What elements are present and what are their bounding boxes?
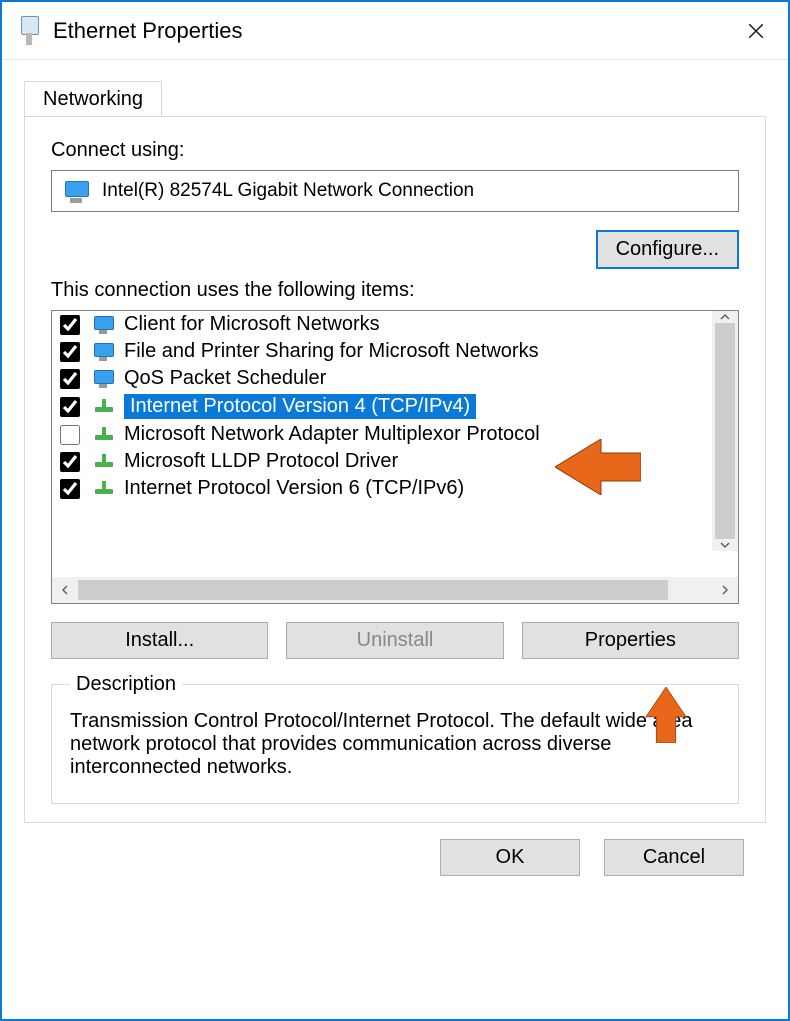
description-group: Description Transmission Control Protoco… [51, 673, 739, 804]
titlebar: Ethernet Properties [2, 2, 788, 60]
properties-button[interactable]: Properties [522, 622, 739, 659]
adapter-name: Intel(R) 82574L Gigabit Network Connecti… [102, 180, 474, 202]
configure-button[interactable]: Configure... [596, 230, 739, 269]
item-checkbox[interactable] [60, 342, 80, 362]
network-protocol-icon [92, 396, 116, 418]
dialog-footer: OK Cancel [24, 823, 766, 892]
monitor-icon [92, 314, 116, 336]
list-item[interactable]: QoS Packet Scheduler [52, 365, 738, 392]
hscroll-thumb[interactable] [78, 580, 668, 600]
item-label: File and Printer Sharing for Microsoft N… [124, 340, 539, 363]
install-button[interactable]: Install... [51, 622, 268, 659]
item-label: Microsoft Network Adapter Multiplexor Pr… [124, 423, 540, 446]
item-checkbox[interactable] [60, 452, 80, 472]
list-item[interactable]: Internet Protocol Version 6 (TCP/IPv6) [52, 475, 738, 502]
scroll-right-arrow-icon[interactable] [712, 577, 738, 603]
network-adapter-icon [62, 179, 90, 203]
scroll-thumb[interactable] [715, 323, 735, 539]
cancel-button[interactable]: Cancel [604, 839, 744, 876]
client-area: Networking Connect using: Intel(R) 82574… [2, 60, 788, 1019]
items-label: This connection uses the following items… [51, 279, 739, 302]
item-checkbox[interactable] [60, 315, 80, 335]
item-label: Internet Protocol Version 6 (TCP/IPv6) [124, 477, 464, 500]
connect-using-label: Connect using: [51, 139, 739, 162]
item-label: QoS Packet Scheduler [124, 367, 326, 390]
item-label: Microsoft LLDP Protocol Driver [124, 450, 398, 473]
item-checkbox[interactable] [60, 369, 80, 389]
vertical-scrollbar[interactable] [712, 311, 738, 551]
item-label: Client for Microsoft Networks [124, 313, 380, 336]
ok-button[interactable]: OK [440, 839, 580, 876]
item-checkbox[interactable] [60, 397, 80, 417]
network-protocol-icon [92, 424, 116, 446]
close-icon [747, 22, 765, 40]
scroll-left-arrow-icon[interactable] [52, 577, 78, 603]
item-checkbox[interactable] [60, 425, 80, 445]
network-protocol-icon [92, 451, 116, 473]
items-listbox[interactable]: Client for Microsoft Networks File and Pr… [51, 310, 739, 604]
list-item[interactable]: File and Printer Sharing for Microsoft N… [52, 338, 738, 365]
scroll-down-arrow-icon[interactable] [712, 539, 738, 551]
horizontal-scrollbar[interactable] [52, 577, 738, 603]
uninstall-button: Uninstall [286, 622, 503, 659]
window-title: Ethernet Properties [53, 18, 734, 44]
list-scroll-area: Client for Microsoft Networks File and Pr… [52, 311, 738, 577]
scroll-up-arrow-icon[interactable] [712, 311, 738, 323]
list-item[interactable]: Internet Protocol Version 4 (TCP/IPv4) [52, 392, 738, 421]
list-item[interactable]: Client for Microsoft Networks [52, 311, 738, 338]
tab-panel: Connect using: Intel(R) 82574L Gigabit N… [24, 116, 766, 823]
item-checkbox[interactable] [60, 479, 80, 499]
monitor-icon [92, 368, 116, 390]
item-label: Internet Protocol Version 4 (TCP/IPv4) [124, 394, 476, 419]
list-item[interactable]: Microsoft LLDP Protocol Driver [52, 448, 738, 475]
network-protocol-icon [92, 478, 116, 500]
close-button[interactable] [734, 9, 778, 53]
ethernet-properties-dialog: Ethernet Properties Networking Connect u… [0, 0, 790, 1021]
description-legend: Description [70, 673, 182, 696]
tabstrip: Networking [24, 80, 766, 116]
ethernet-plug-icon [18, 16, 40, 45]
description-text: Transmission Control Protocol/Internet P… [70, 710, 720, 779]
monitor-icon [92, 341, 116, 363]
adapter-field[interactable]: Intel(R) 82574L Gigabit Network Connecti… [51, 170, 739, 212]
list-item[interactable]: Microsoft Network Adapter Multiplexor Pr… [52, 421, 738, 448]
tab-networking[interactable]: Networking [24, 81, 162, 117]
